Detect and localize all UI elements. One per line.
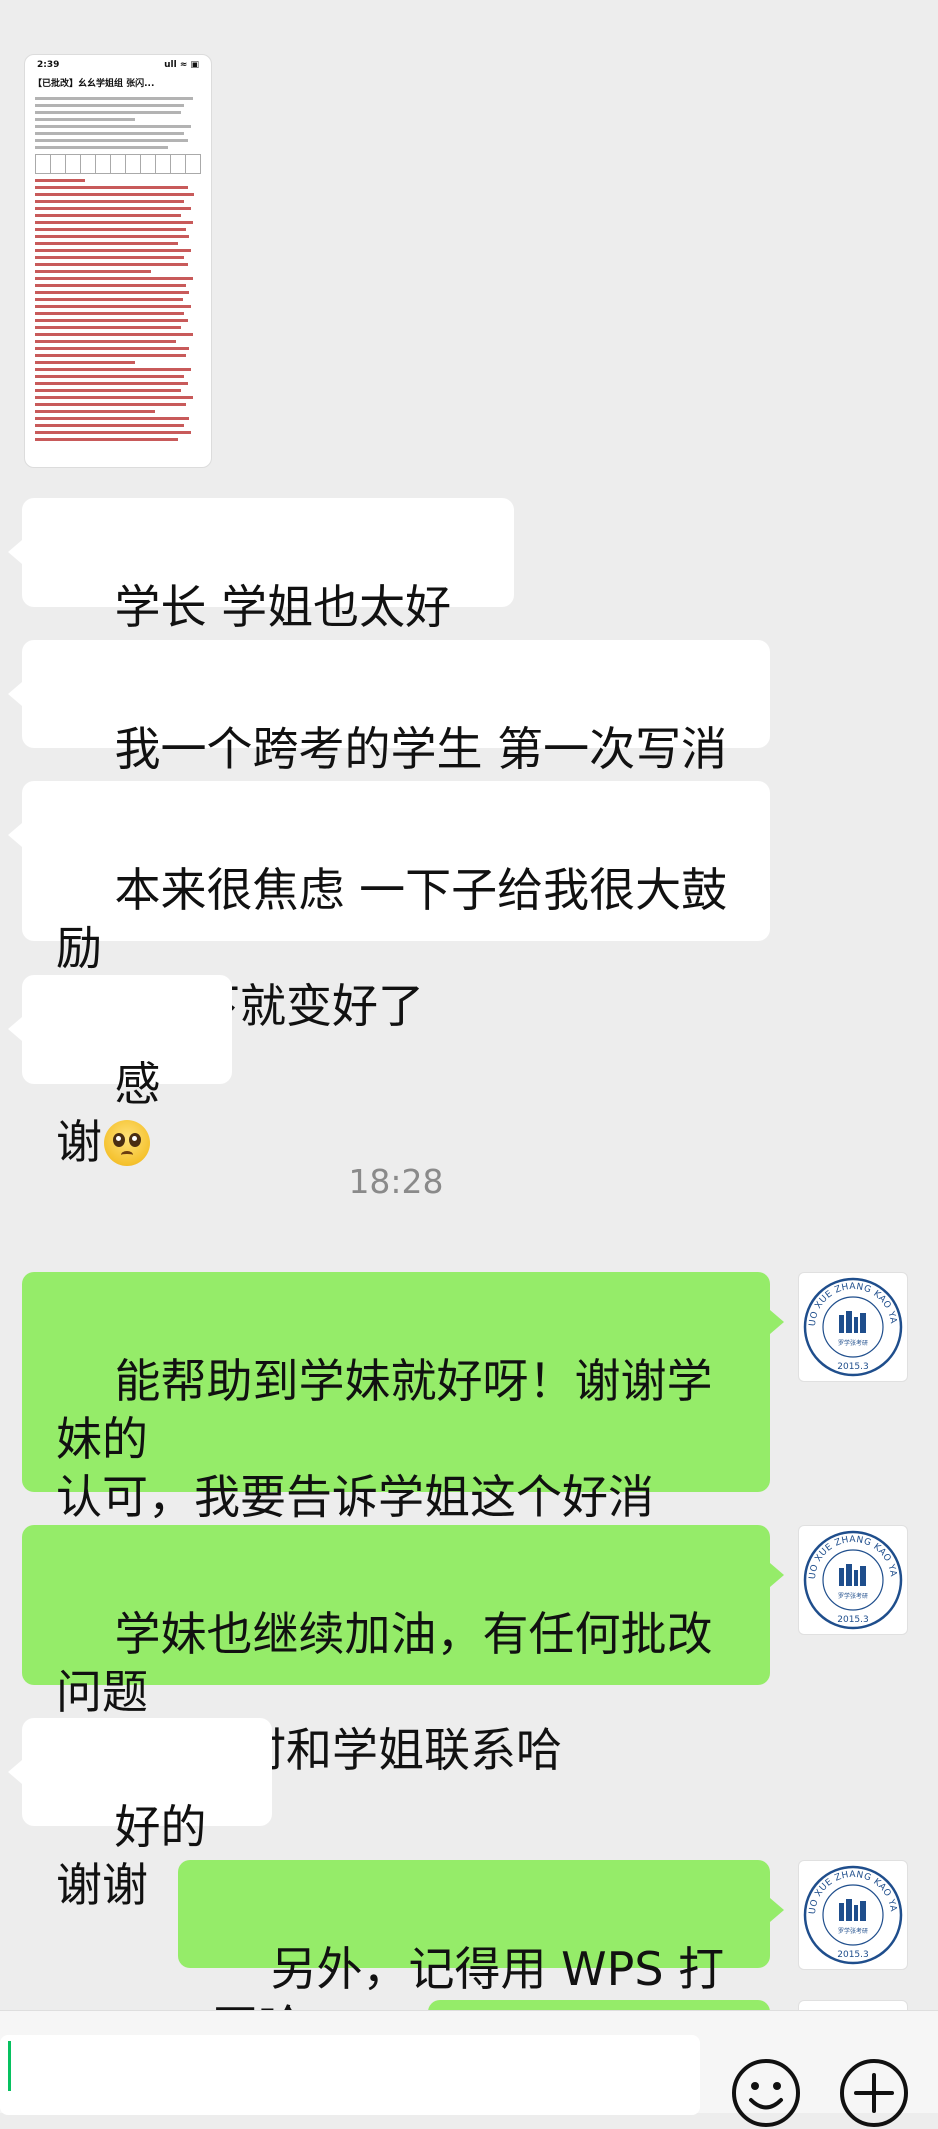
thumbnail-annotations [25,179,211,441]
message-input[interactable] [0,2035,700,2115]
message-bubble-outgoing[interactable]: 另外，记得用 WPS 打开哈 [178,1860,784,2010]
message-bubble-incoming[interactable]: 我一个跨考的学生 第一次写消息 [8,640,770,834]
avatar[interactable] [798,2000,908,2010]
chat-area[interactable]: 2:39 ull ≈ ▣ 【已批改】幺幺学姐组 张闪... 学长 学姐也太好 我… [0,0,938,2010]
message-timestamp: 18:28 [348,1162,444,1201]
avatar[interactable]: LUO XUE ZHANG KAO YAN 罗学张考研 2015.3 [795,1266,908,1382]
message-bubble-outgoing[interactable]: 学妹也继续加油，有任何批改问题 都可以随时和学姐联系哈 [22,1525,784,1777]
message-bubble-incoming[interactable]: 本来很焦虑 一下子给我很大鼓励 心情一下就变好了 [8,781,770,1033]
avatar[interactable]: LUO XUE ZHANG KAO YAN 罗学张考研 2015.3 [795,1519,908,1635]
thumbnail-status-icons: ull ≈ ▣ [164,60,199,70]
avatar-year: 2015.3 [837,1362,869,1372]
thumbnail-status-bar: 2:39 ull ≈ ▣ [25,55,211,70]
avatar-logo-icon: LUO XUE ZHANG KAO YAN 罗学张考研 2015.3 [795,1266,903,1377]
thumbnail-table [35,154,201,174]
avatar-inner-text: 罗学张考研 [838,1927,868,1935]
avatar-inner-text: 罗学张考研 [838,1592,868,1600]
message-bubble-incoming[interactable]: 好的谢谢 [8,1718,272,1912]
message-bubble-incoming[interactable]: 感谢 [8,975,232,1169]
avatar-inner-text: 罗学张考研 [838,1339,868,1347]
thumbnail-document-body [25,97,211,149]
thumbnail-title: 【已批改】幺幺学姐组 张闪... [33,79,155,89]
avatar-year: 2015.3 [837,1615,869,1625]
emoji-icon[interactable] [730,2057,802,2129]
message-bubble-outgoing[interactable]: 能帮助到学妹就好呀！谢谢学妹的 认可，我要告诉学姐这个好消息， 哈哈哈 [22,1272,784,1640]
input-bar [0,2010,938,2127]
message-bubble-incoming[interactable]: 学长 学姐也太好了吧 [8,498,514,692]
avatar-logo-icon: LUO XUE ZHANG KAO YAN 罗学张考研 2015.3 [795,1519,903,1630]
add-icon[interactable] [838,2057,910,2129]
avatar-logo-icon: LUO XUE ZHANG KAO YAN 罗学张考研 2015.3 [795,1854,903,1965]
avatar-year: 2015.3 [837,1950,869,1960]
message-bubble-outgoing-partial[interactable] [428,2000,770,2010]
avatar[interactable]: LUO XUE ZHANG KAO YAN 罗学张考研 2015.3 [795,1854,908,1970]
screenshot-image-message[interactable]: 2:39 ull ≈ ▣ 【已批改】幺幺学姐组 张闪... [24,54,212,468]
thumbnail-status-time: 2:39 [37,60,60,70]
pleading-face-icon [104,1120,150,1166]
text-cursor [8,2041,11,2091]
